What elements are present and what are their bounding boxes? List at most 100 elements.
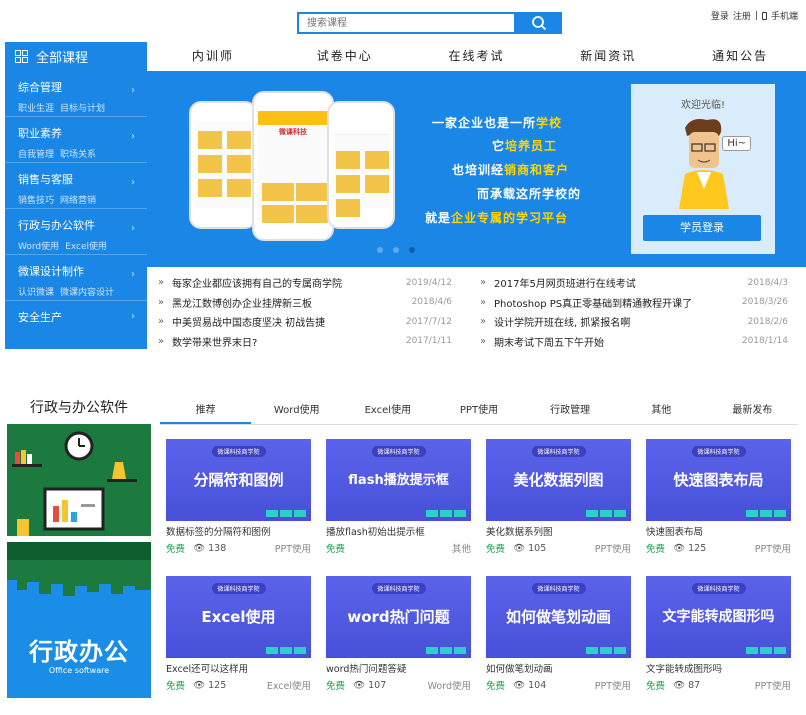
free-badge: 免费	[326, 544, 346, 555]
view-count: 87	[688, 679, 701, 691]
mobile-icon	[761, 11, 767, 20]
tab-word[interactable]: Word使用	[251, 403, 342, 424]
tab-recommended[interactable]: 推荐	[160, 403, 252, 424]
course-card[interactable]: 微课科技商学院 Excel使用 Excel还可以这样用 免费 👁 125 Excel使…	[166, 576, 311, 692]
office-illustration[interactable]	[7, 424, 151, 560]
sub-link[interactable]: 网络营销	[60, 196, 96, 206]
course-type[interactable]: 其他	[452, 541, 471, 555]
news-item[interactable]: » 数学带来世界末日? 2017/1/11	[158, 332, 452, 352]
news-item[interactable]: » 中美贸易战中国态度坚决 初战告捷 2017/7/12	[158, 312, 452, 332]
course-name[interactable]: 美化数据系列图	[486, 524, 631, 538]
eye-icon: 👁	[513, 679, 526, 691]
course-card[interactable]: 微课科技商学院 快速图表布局 快速图表布局 免费 👁 125 PPT使用	[646, 439, 791, 555]
section-tabs: 推荐 Word使用 Excel使用 PPT使用 行政管理 其他 最新发布	[160, 403, 798, 425]
office-software-banner[interactable]: 行政办公 Office software	[7, 560, 151, 698]
search-box[interactable]	[297, 12, 516, 34]
course-type[interactable]: PPT使用	[595, 541, 631, 555]
carousel-dot[interactable]	[377, 247, 383, 253]
nav-item-exam-papers[interactable]: 试卷中心	[279, 42, 411, 71]
carousel-dot[interactable]	[393, 247, 399, 253]
course-thumbnail[interactable]: 微课科技商学院 flash播放提示框	[326, 439, 471, 521]
sub-link[interactable]: 自我管理	[18, 150, 54, 160]
chevron-right-icon: ›	[131, 85, 135, 96]
course-thumbnail[interactable]: 微课科技商学院 文字能转成图形吗	[646, 576, 791, 658]
course-name[interactable]: Excel还可以这样用	[166, 661, 311, 675]
phone-mockup: 微课科技	[252, 91, 334, 241]
course-type[interactable]: PPT使用	[595, 678, 631, 692]
mobile-link[interactable]: 手机端	[771, 9, 798, 22]
free-badge: 免费	[486, 544, 506, 555]
tab-excel[interactable]: Excel使用	[342, 403, 433, 424]
sub-link[interactable]: 微课内容设计	[60, 288, 114, 298]
login-link[interactable]: 登录	[711, 9, 729, 22]
sidebar-item-microcourse[interactable]: 微课设计制作 认识微课 微课内容设计 ›	[5, 255, 147, 301]
all-courses-button[interactable]: 全部课程	[5, 42, 147, 71]
news-item[interactable]: » 黑龙江数博创办企业挂牌新三板 2018/4/6	[158, 293, 452, 313]
tab-admin[interactable]: 行政管理	[525, 403, 616, 424]
sub-link[interactable]: 目标与计划	[60, 104, 105, 114]
tab-ppt[interactable]: PPT使用	[433, 403, 524, 424]
sub-link[interactable]: 销售技巧	[18, 196, 54, 206]
chevron-right-icon: ›	[131, 223, 135, 234]
view-count: 125	[208, 679, 227, 691]
sub-link[interactable]: Excel使用	[65, 242, 107, 252]
sidebar-item-office[interactable]: 行政与办公软件 Word使用 Excel使用 ›	[5, 209, 147, 255]
nav-item-online-exam[interactable]: 在线考试	[411, 42, 543, 71]
course-name[interactable]: word热门问题答疑	[326, 661, 471, 675]
course-type[interactable]: PPT使用	[275, 541, 311, 555]
course-card[interactable]: 微课科技商学院 美化数据列图 美化数据系列图 免费 👁 105 PPT使用	[486, 439, 631, 555]
news-item[interactable]: » 每家企业都应该拥有自己的专属商学院 2019/4/12	[158, 273, 452, 293]
news-item[interactable]: » 期末考试下周五下午开始 2018/1/14	[480, 332, 788, 352]
course-name[interactable]: 数据标签的分隔符和图例	[166, 524, 311, 538]
course-thumbnail[interactable]: 微课科技商学院 word热门问题	[326, 576, 471, 658]
sidebar-item-safety[interactable]: 安全生产 ›	[5, 301, 147, 347]
course-thumbnail[interactable]: 微课科技商学院 分隔符和图例	[166, 439, 311, 521]
news-item[interactable]: » 2017年5月网页班进行在线考试 2018/4/3	[480, 273, 788, 293]
search-input[interactable]	[299, 14, 514, 32]
course-thumbnail[interactable]: 微课科技商学院 Excel使用	[166, 576, 311, 658]
course-name[interactable]: 文字能转成图形吗	[646, 661, 791, 675]
news-item[interactable]: » Photoshop PS真正零基础到精通教程开课了 2018/3/26	[480, 293, 788, 313]
course-card[interactable]: 微课科技商学院 分隔符和图例 数据标签的分隔符和图例 免费 👁 138 PPT使用	[166, 439, 311, 555]
cartoon-man-icon	[679, 119, 729, 209]
search-button[interactable]	[516, 12, 562, 34]
course-type[interactable]: Word使用	[428, 678, 471, 692]
course-card[interactable]: 微课科技商学院 word热门问题 word热门问题答疑 免费 👁 107 Word使用	[326, 576, 471, 692]
tab-latest[interactable]: 最新发布	[707, 403, 798, 424]
course-name[interactable]: 如何做笔划动画	[486, 661, 631, 675]
course-card[interactable]: 微课科技商学院 如何做笔划动画 如何做笔划动画 免费 👁 104 PPT使用	[486, 576, 631, 692]
course-thumbnail[interactable]: 微课科技商学院 快速图表布局	[646, 439, 791, 521]
sidebar-item-management[interactable]: 综合管理 职业生涯 目标与计划 ›	[5, 71, 147, 117]
view-count: 104	[528, 679, 547, 691]
carousel-dot-active[interactable]	[409, 247, 415, 253]
sidebar-item-professionalism[interactable]: 职业素养 自我管理 职场关系 ›	[5, 117, 147, 163]
all-courses-label: 全部课程	[36, 51, 89, 66]
grid-icon	[15, 50, 28, 63]
course-type[interactable]: Excel使用	[267, 678, 311, 692]
course-name[interactable]: 快速图表布局	[646, 524, 791, 538]
nav-item-trainer[interactable]: 内训师	[147, 42, 279, 71]
free-badge: 免费	[646, 681, 666, 692]
chevron-right-icon: ›	[131, 311, 135, 322]
course-card[interactable]: 微课科技商学院 flash播放提示框 播放flash初始出提示框 免费 其他	[326, 439, 471, 555]
eye-icon: 👁	[513, 542, 526, 554]
course-card[interactable]: 微课科技商学院 文字能转成图形吗 文字能转成图形吗 免费 👁 87 PPT使用	[646, 576, 791, 692]
tab-other[interactable]: 其他	[616, 403, 707, 424]
student-login-button[interactable]: 学员登录	[643, 215, 761, 241]
course-thumbnail[interactable]: 微课科技商学院 如何做笔划动画	[486, 576, 631, 658]
course-name[interactable]: 播放flash初始出提示框	[326, 524, 471, 538]
sub-link[interactable]: 认识微课	[18, 288, 54, 298]
eye-icon: 👁	[193, 679, 206, 691]
register-link[interactable]: 注册	[733, 9, 751, 22]
course-type[interactable]: PPT使用	[755, 541, 791, 555]
course-type[interactable]: PPT使用	[755, 678, 791, 692]
sub-link[interactable]: 职场关系	[60, 150, 96, 160]
sub-link[interactable]: Word使用	[18, 242, 59, 252]
left-banner-subtitle: Office software	[48, 666, 110, 675]
news-item[interactable]: » 设计学院开班在线, 抓紧报名啊 2018/2/6	[480, 312, 788, 332]
nav-item-news[interactable]: 新闻资讯	[542, 42, 674, 71]
sub-link[interactable]: 职业生涯	[18, 104, 54, 114]
sidebar-item-sales[interactable]: 销售与客服 销售技巧 网络营销 ›	[5, 163, 147, 209]
nav-item-notices[interactable]: 通知公告	[674, 42, 806, 71]
course-thumbnail[interactable]: 微课科技商学院 美化数据列图	[486, 439, 631, 521]
